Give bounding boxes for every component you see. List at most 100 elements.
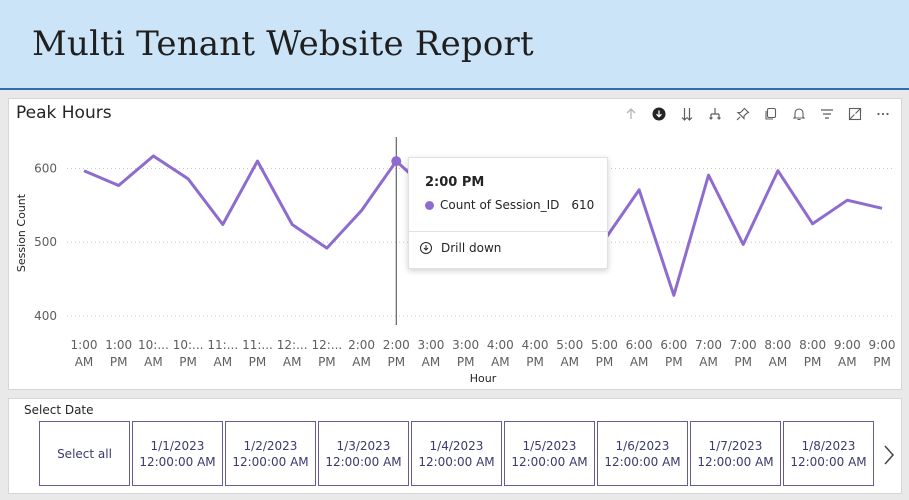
y-axis-ticks: 400 500 600	[34, 161, 57, 322]
x-tick-label: PM	[249, 355, 267, 369]
x-tick-label: AM	[630, 355, 649, 369]
slicer-tile[interactable]: 1/4/2023 12:00:00 AM	[411, 421, 502, 486]
x-tick-label: AM	[75, 355, 94, 369]
x-tick-label: PM	[318, 355, 336, 369]
x-tick-label: AM	[144, 355, 163, 369]
date-slicer-visual: Select Date Select all 1/1/2023 12:00:00…	[8, 398, 902, 494]
x-tick-label: 4:00	[487, 338, 514, 352]
x-tick-label: 4:00	[522, 338, 549, 352]
x-tick-label: AM	[214, 355, 233, 369]
x-tick-label: PM	[457, 355, 475, 369]
x-tick-label: 11:...	[207, 338, 238, 352]
x-tick-label: 8:00	[799, 338, 826, 352]
x-tick-label: AM	[491, 355, 510, 369]
x-tick-label: AM	[560, 355, 579, 369]
slicer-tile[interactable]: 1/3/2023 12:00:00 AM	[318, 421, 409, 486]
drill-down-label: Drill down	[441, 241, 502, 255]
drill-down-icon	[420, 242, 432, 254]
x-tick-label: AM	[422, 355, 441, 369]
x-tick-label: 7:00	[730, 338, 757, 352]
tile-line1: 1/6/2023	[615, 438, 670, 453]
x-tick-label: 9:00	[834, 338, 861, 352]
report-header: Multi Tenant Website Report	[0, 0, 909, 90]
x-tick-label: 6:00	[626, 338, 653, 352]
tile-line1: 1/2/2023	[243, 438, 298, 453]
tile-line2: 12:00:00 AM	[325, 454, 402, 469]
tile-line1: 1/7/2023	[708, 438, 763, 453]
slicer-title: Select Date	[24, 403, 94, 417]
x-tick-label: 5:00	[591, 338, 618, 352]
peak-hours-visual[interactable]: Peak Hours 400 500 600 1:00 AM 1:00 PM 1…	[8, 98, 902, 390]
x-tick-label: PM	[734, 355, 752, 369]
x-tick-label: 3:00	[452, 338, 479, 352]
x-axis-title: Hour	[470, 372, 497, 385]
data-points	[391, 156, 402, 167]
x-tick-label: AM	[352, 355, 371, 369]
chevron-right-icon[interactable]	[881, 443, 897, 467]
tile-line1: 1/3/2023	[336, 438, 391, 453]
slicer-tile[interactable]: 1/6/2023 12:00:00 AM	[597, 421, 688, 486]
x-tick-label: 10:...	[173, 338, 204, 352]
chart-tooltip: 2:00 PM Count of Session_ID 610 Drill do…	[408, 157, 608, 269]
series-color-dot-icon	[425, 200, 434, 210]
x-tick-label: 2:00	[383, 338, 410, 352]
x-tick-label: 5:00	[556, 338, 583, 352]
slicer-tile[interactable]: 1/5/2023 12:00:00 AM	[504, 421, 595, 486]
y-tick-label: 400	[34, 309, 57, 323]
x-axis-ticks: 1:00 AM 1:00 PM 10:... AM 10:... PM 11:... AM 11:.…	[71, 338, 896, 369]
x-tick-label: AM	[283, 355, 302, 369]
x-tick-label: 1:00	[105, 338, 132, 352]
x-tick-label: PM	[665, 355, 683, 369]
tooltip-series-label: Count of Session_ID	[440, 198, 560, 212]
x-tick-label: AM	[769, 355, 788, 369]
x-tick-label: 12:...	[311, 338, 342, 352]
y-axis-title: Session Count	[15, 193, 28, 272]
x-tick-label: PM	[804, 355, 822, 369]
x-tick-label: 7:00	[695, 338, 722, 352]
x-tick-label: 12:...	[277, 338, 308, 352]
x-tick-label: 2:00	[348, 338, 375, 352]
x-tick-label: AM	[699, 355, 718, 369]
slicer-tile[interactable]: 1/8/2023 12:00:00 AM	[783, 421, 874, 486]
slicer-tile[interactable]: 1/2/2023 12:00:00 AM	[225, 421, 316, 486]
x-tick-label: PM	[596, 355, 614, 369]
tile-line1: 1/4/2023	[429, 438, 484, 453]
tooltip-divider	[409, 231, 607, 232]
x-tick-label: 6:00	[660, 338, 687, 352]
tile-line2: 12:00:00 AM	[604, 454, 681, 469]
tile-line2: 12:00:00 AM	[511, 454, 588, 469]
slicer-tile[interactable]: 1/7/2023 12:00:00 AM	[690, 421, 781, 486]
drill-down-button[interactable]: Drill down	[419, 241, 501, 255]
tile-line2: 12:00:00 AM	[418, 454, 495, 469]
tooltip-title: 2:00 PM	[425, 175, 485, 190]
tooltip-series-value: 610	[571, 198, 595, 212]
x-tick-label: PM	[526, 355, 544, 369]
x-tick-label: 11:...	[242, 338, 273, 352]
tile-line2: 12:00:00 AM	[232, 454, 309, 469]
highlighted-data-point[interactable]	[391, 156, 402, 167]
slicer-tile-select-all[interactable]: Select all	[39, 421, 130, 486]
slicer-tiles: Select all 1/1/2023 12:00:00 AM 1/2/2023…	[39, 421, 876, 486]
x-tick-label: PM	[179, 355, 197, 369]
x-tick-label: 3:00	[417, 338, 444, 352]
tile-line1: Select all	[57, 446, 112, 461]
tile-line2: 12:00:00 AM	[697, 454, 774, 469]
tile-line1: 1/5/2023	[522, 438, 577, 453]
x-tick-label: AM	[838, 355, 857, 369]
slicer-tile[interactable]: 1/1/2023 12:00:00 AM	[132, 421, 223, 486]
x-tick-label: 8:00	[764, 338, 791, 352]
x-tick-label: PM	[873, 355, 891, 369]
x-tick-label: 1:00	[71, 338, 98, 352]
x-tick-label: 10:...	[138, 338, 169, 352]
tile-line1: 1/8/2023	[801, 438, 856, 453]
tile-line2: 12:00:00 AM	[139, 454, 216, 469]
tooltip-series-row: Count of Session_ID 610	[425, 198, 594, 212]
y-tick-label: 500	[34, 235, 57, 249]
x-tick-label: PM	[387, 355, 405, 369]
report-title: Multi Tenant Website Report	[32, 24, 534, 64]
x-tick-label: PM	[110, 355, 128, 369]
tile-line1: 1/1/2023	[150, 438, 205, 453]
x-tick-label: 9:00	[869, 338, 896, 352]
tile-line2: 12:00:00 AM	[790, 454, 867, 469]
y-tick-label: 600	[34, 161, 57, 175]
